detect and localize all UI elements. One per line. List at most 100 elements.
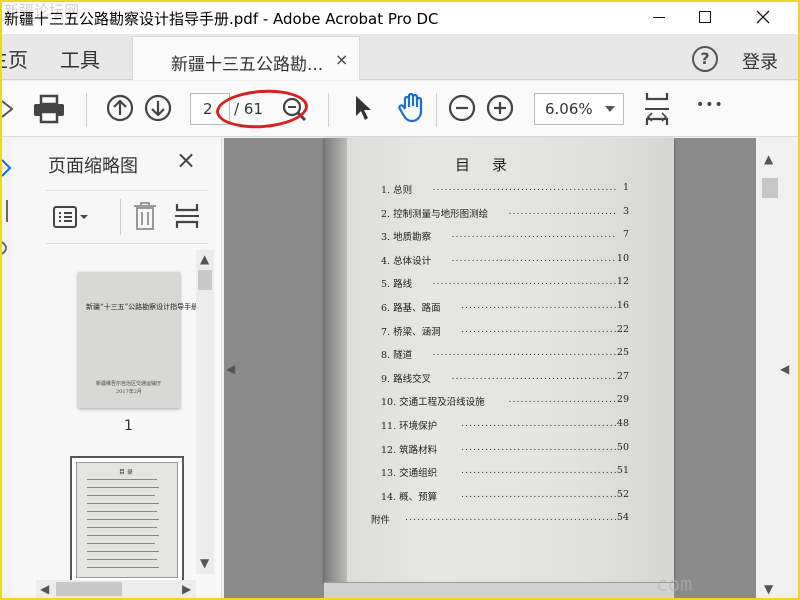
page-thumbnails-icon[interactable] bbox=[2, 156, 12, 180]
more-tools-button[interactable]: ••• bbox=[696, 97, 724, 113]
toc-entry[interactable]: 7. 桥梁、涵洞................................… bbox=[325, 324, 675, 340]
toc-entry-label: 附件 bbox=[371, 515, 391, 527]
toc-entry-label: 12. 筑路材料 bbox=[381, 444, 438, 456]
toc-entry-label: 8. 隧道 bbox=[381, 350, 413, 362]
toc-entry[interactable]: 2. 控制测量与地形图测绘...........................… bbox=[325, 206, 675, 222]
page-thumbnail-1[interactable]: 新疆“十三五”公路勘察设计指导手册 新疆维吾尔自治区交通运输厅 2017年2月 bbox=[78, 272, 198, 408]
thumbnail-org: 新疆维吾尔自治区交通运输厅 bbox=[96, 381, 162, 387]
toc-entry[interactable]: 4. 总体设计.................................… bbox=[325, 253, 675, 269]
maximize-button[interactable] bbox=[682, 2, 728, 32]
toc-entry[interactable]: 5. 路线...................................… bbox=[325, 276, 675, 292]
toc-leader-dots: ........................................… bbox=[508, 205, 618, 217]
thumbnail-date: 2017年2月 bbox=[116, 389, 142, 395]
maximize-icon bbox=[699, 11, 711, 23]
scroll-left-icon[interactable]: ◀ bbox=[40, 582, 49, 596]
toc-leader-dots: ........................................… bbox=[508, 394, 618, 406]
toc-entry[interactable]: 12. 筑路材料................................… bbox=[325, 442, 675, 458]
scrollbar-thumb[interactable] bbox=[762, 178, 778, 198]
toc-entry-page: 3 bbox=[622, 205, 629, 217]
help-icon[interactable]: ? bbox=[692, 46, 718, 72]
tab-document-label: 新疆十三五公路勘... bbox=[171, 55, 324, 75]
toc-entry[interactable]: 6. 路基、路面................................… bbox=[325, 300, 675, 316]
toc-entry-label: 3. 地质勘察 bbox=[381, 232, 432, 244]
minimize-button[interactable] bbox=[636, 2, 682, 32]
login-link[interactable]: 登录 bbox=[742, 48, 778, 74]
document-vertical-scrollbar[interactable]: ▲ ▼ bbox=[756, 138, 798, 598]
collapse-left-panel-icon[interactable]: ◀ bbox=[226, 362, 235, 376]
toc-entry[interactable]: 3. 地质勘察.................................… bbox=[325, 229, 675, 245]
scrollbar-thumb[interactable] bbox=[56, 582, 122, 596]
thumbnail-line bbox=[87, 559, 157, 560]
bookmarks-icon[interactable] bbox=[2, 200, 8, 222]
toc-entry-page: 51 bbox=[616, 465, 629, 477]
toc-leader-dots: ........................................… bbox=[461, 441, 617, 453]
tab-close-icon[interactable]: × bbox=[335, 50, 348, 69]
toolbar-separator bbox=[436, 93, 437, 127]
toc-entry[interactable]: 14. 概、预算................................… bbox=[325, 489, 675, 505]
attachments-icon[interactable] bbox=[2, 238, 12, 258]
panel-title: 页面缩略图 bbox=[48, 156, 138, 177]
page-thumbnail-label-1: 1 bbox=[124, 418, 133, 434]
panel-toolbar bbox=[46, 190, 208, 244]
select-cursor-icon[interactable] bbox=[352, 94, 374, 122]
toc-entry[interactable]: 10. 交通工程及沿线设施...........................… bbox=[325, 394, 675, 410]
next-page-edge bbox=[324, 582, 674, 598]
toc-entry-label: 2. 控制测量与地形图测绘 bbox=[381, 208, 489, 220]
toc-leader-dots: ........................................… bbox=[461, 488, 617, 500]
toc-entry-label: 13. 交通组织 bbox=[381, 468, 438, 480]
thumbnail-line bbox=[87, 567, 159, 568]
thumbnail-line bbox=[87, 503, 159, 504]
toc-entry[interactable]: 9. 路线交叉.................................… bbox=[325, 371, 675, 387]
toc-leader-dots: ........................................… bbox=[405, 512, 617, 524]
insert-pages-icon[interactable] bbox=[174, 201, 200, 231]
toc-leader-dots: ........................................… bbox=[461, 300, 617, 311]
scroll-down-icon[interactable]: ▼ bbox=[200, 556, 209, 570]
home-partial-icon[interactable] bbox=[2, 97, 14, 121]
toc-entry-label: 9. 路线交叉 bbox=[381, 373, 432, 385]
tab-tools[interactable]: 工具 bbox=[60, 44, 100, 73]
minimize-icon bbox=[653, 16, 665, 18]
thumbnail-horizontal-scrollbar[interactable]: ◀ ▶ bbox=[36, 580, 196, 598]
toc-entry[interactable]: 8. 隧道...................................… bbox=[325, 347, 675, 363]
scroll-down-icon[interactable]: ▼ bbox=[764, 582, 773, 596]
panel-close-icon[interactable]: × bbox=[176, 146, 196, 174]
toc-entry-label: 5. 路线 bbox=[381, 279, 413, 291]
scroll-right-icon[interactable]: ▶ bbox=[182, 582, 191, 596]
thumbnail-vertical-scrollbar[interactable]: ▲ ▼ bbox=[196, 250, 214, 574]
toc-entry-label: 4. 总体设计 bbox=[381, 255, 432, 267]
toc-entry[interactable]: 附件......................................… bbox=[325, 512, 675, 528]
toc-entry-page: 10 bbox=[616, 252, 629, 264]
title-bar: 新疆论坛网 新疆十三五公路勘察设计指导手册.pdf - Adobe Acroba… bbox=[2, 2, 798, 34]
hand-tool-icon[interactable] bbox=[396, 92, 428, 124]
tab-document[interactable]: 新疆十三五公路勘... × bbox=[132, 36, 360, 80]
toc-entry-label: 14. 概、预算 bbox=[381, 491, 438, 503]
scroll-up-icon[interactable]: ▲ bbox=[764, 152, 773, 166]
close-window-button[interactable] bbox=[740, 2, 786, 32]
page-thumbnail-2[interactable]: 目 录 bbox=[70, 456, 184, 584]
document-view[interactable]: ◀ 目录 1. 总则..............................… bbox=[224, 138, 756, 598]
print-icon[interactable] bbox=[32, 94, 66, 124]
zoom-in-icon[interactable] bbox=[486, 94, 514, 122]
previous-page-icon[interactable] bbox=[106, 94, 134, 122]
zoom-level-dropdown[interactable]: 6.06% bbox=[534, 93, 624, 125]
tab-home[interactable]: 主页 bbox=[2, 44, 28, 73]
toc-leader-dots: ........................................… bbox=[432, 182, 618, 193]
scroll-up-icon[interactable]: ▲ bbox=[200, 252, 209, 266]
fit-page-icon[interactable] bbox=[644, 91, 670, 127]
thumbnail-line bbox=[87, 495, 155, 496]
scrollbar-thumb[interactable] bbox=[198, 270, 212, 290]
toc-title: 目录 bbox=[455, 156, 530, 174]
next-page-icon[interactable] bbox=[144, 94, 172, 122]
thumbnail-options-icon[interactable] bbox=[52, 205, 92, 229]
zoom-level-value: 6.06% bbox=[545, 100, 593, 118]
toc-entry[interactable]: 13. 交通组织................................… bbox=[325, 465, 675, 481]
toc-entry[interactable]: 1. 总则...................................… bbox=[325, 182, 675, 198]
toc-entry-page: 54 bbox=[616, 512, 629, 524]
acrobat-window: 新疆论坛网 新疆十三五公路勘察设计指导手册.pdf - Adobe Acroba… bbox=[0, 0, 800, 600]
thumbnail-line bbox=[87, 551, 159, 552]
zoom-out-icon[interactable] bbox=[448, 94, 476, 122]
page-thumbnail-2-image: 目 录 bbox=[76, 462, 178, 578]
expand-right-panel-icon[interactable]: ◀ bbox=[780, 362, 789, 376]
trash-icon[interactable] bbox=[132, 201, 158, 231]
toc-entry[interactable]: 11. 环境保护................................… bbox=[325, 418, 675, 434]
